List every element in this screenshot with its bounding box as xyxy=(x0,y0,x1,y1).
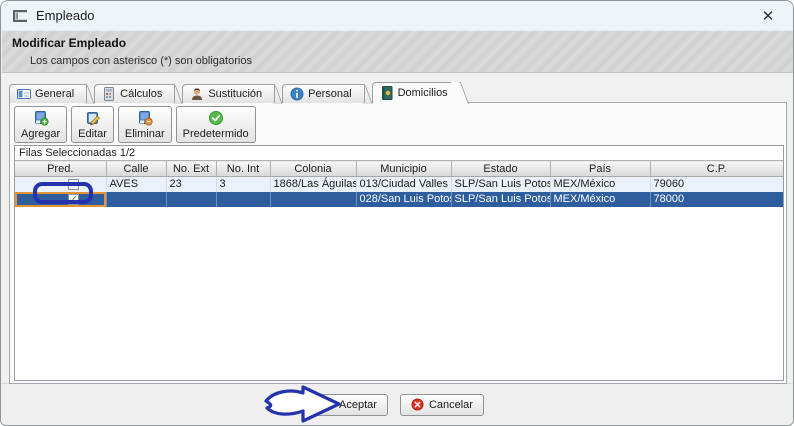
add-button-label: Agregar xyxy=(21,128,61,140)
footer-bar: Aceptar Cancelar xyxy=(1,383,793,425)
cell-cp: 78000 xyxy=(653,193,685,205)
tab-personal[interactable]: Personal xyxy=(282,84,365,103)
cell-calle xyxy=(106,191,167,207)
person-icon xyxy=(192,88,203,100)
cell-municipio: 013/Ciudad Valles xyxy=(356,176,452,192)
cell-estado: SLP/San Luis Potosí xyxy=(451,176,551,192)
tab-bar: General Cálculos Sustitución Personal Do… xyxy=(9,82,468,103)
address-book-icon xyxy=(381,86,393,100)
table-row[interactable]: AVES 23 3 1868/Las Águilas 013/Ciudad Va… xyxy=(15,176,783,192)
edit-record-icon xyxy=(86,112,100,126)
tab-sustitucion[interactable]: Sustitución xyxy=(182,84,276,103)
addresses-grid: Filas Seleccionadas 1/2 Pred. Calle No. … xyxy=(14,145,784,381)
tab-general[interactable]: General xyxy=(9,84,88,103)
col-estado[interactable]: Estado xyxy=(451,160,551,177)
cell-pais: MEX/México xyxy=(550,191,651,207)
cell-calle: AVES xyxy=(106,176,167,192)
app-icon xyxy=(13,9,27,22)
cell-noint xyxy=(216,191,271,207)
grid-header-row: Pred. Calle No. Ext No. Int Colonia Muni… xyxy=(15,160,783,177)
header-band: Modificar Empleado Los campos con asteri… xyxy=(2,31,793,73)
cell-municipio: 028/San Luis Potosí xyxy=(356,191,452,207)
title-bar: Empleado ✕ xyxy=(1,1,793,31)
cell-colonia: 1868/Las Águilas xyxy=(270,176,357,192)
form-subtitle: Los campos con asterisco (*) son obligat… xyxy=(30,55,252,67)
add-record-icon xyxy=(34,111,49,126)
col-noint[interactable]: No. Int xyxy=(216,160,271,177)
tab-label: Cálculos xyxy=(120,88,163,100)
col-municipio[interactable]: Municipio xyxy=(356,160,452,177)
delete-button-label: Eliminar xyxy=(124,128,165,140)
cell-noint: 3 xyxy=(216,176,271,192)
tab-label: Personal xyxy=(308,88,352,100)
add-button[interactable]: Agregar xyxy=(14,106,68,143)
cell-colonia xyxy=(270,191,357,207)
cell-cp: 79060 xyxy=(653,178,685,191)
set-default-button-label: Predetermido xyxy=(182,128,249,140)
cancel-button-label: Cancelar xyxy=(428,398,473,411)
tab-calculos[interactable]: Cálculos xyxy=(94,84,176,103)
annotation-highlight-box xyxy=(33,182,93,204)
cell-noext: 23 xyxy=(166,176,217,192)
annotation-arrow xyxy=(264,385,341,423)
cell-pais: MEX/México xyxy=(550,176,651,192)
edit-button-label: Editar xyxy=(78,128,107,140)
col-noext[interactable]: No. Ext xyxy=(166,160,217,177)
edit-button[interactable]: Editar xyxy=(71,106,114,143)
window-title: Empleado xyxy=(36,8,95,23)
tab-label: General xyxy=(35,88,75,100)
col-colonia[interactable]: Colonia xyxy=(270,160,357,177)
tab-label: Domicilios xyxy=(397,87,448,99)
cell-noext xyxy=(166,191,217,207)
col-pais[interactable]: País xyxy=(550,160,651,177)
selected-rows-info: Filas Seleccionadas 1/2 xyxy=(19,147,136,159)
form-icon xyxy=(17,89,31,99)
form-title: Modificar Empleado xyxy=(12,36,127,50)
calculator-icon xyxy=(104,87,115,101)
delete-record-icon xyxy=(138,111,153,126)
table-row-selected[interactable]: ✓ 028/San Luis Potosí SLP/San Luis Potos… xyxy=(15,191,783,207)
accept-button-label: Aceptar xyxy=(339,398,377,411)
cancel-x-icon xyxy=(411,398,424,411)
toolbar: Agregar Editar Eliminar Predetermido xyxy=(14,106,256,143)
close-icon[interactable]: ✕ xyxy=(755,7,781,25)
employee-dialog: Empleado ✕ Modificar Empleado Los campos… xyxy=(0,0,794,426)
info-icon xyxy=(290,87,304,101)
delete-button[interactable]: Eliminar xyxy=(117,106,172,143)
set-default-button[interactable]: Predetermido xyxy=(175,106,256,143)
domicilios-panel: Agregar Editar Eliminar Predetermido Fil… xyxy=(9,102,787,384)
col-cp[interactable]: C.P. xyxy=(650,160,783,177)
tab-domicilios[interactable]: Domicilios xyxy=(371,82,461,103)
cell-estado: SLP/San Luis Potosí xyxy=(451,191,551,207)
cancel-button[interactable]: Cancelar xyxy=(399,393,484,416)
tab-label: Sustitución xyxy=(208,88,263,100)
col-pred[interactable]: Pred. xyxy=(15,160,107,177)
col-calle[interactable]: Calle xyxy=(106,160,167,177)
default-check-icon xyxy=(208,111,223,125)
